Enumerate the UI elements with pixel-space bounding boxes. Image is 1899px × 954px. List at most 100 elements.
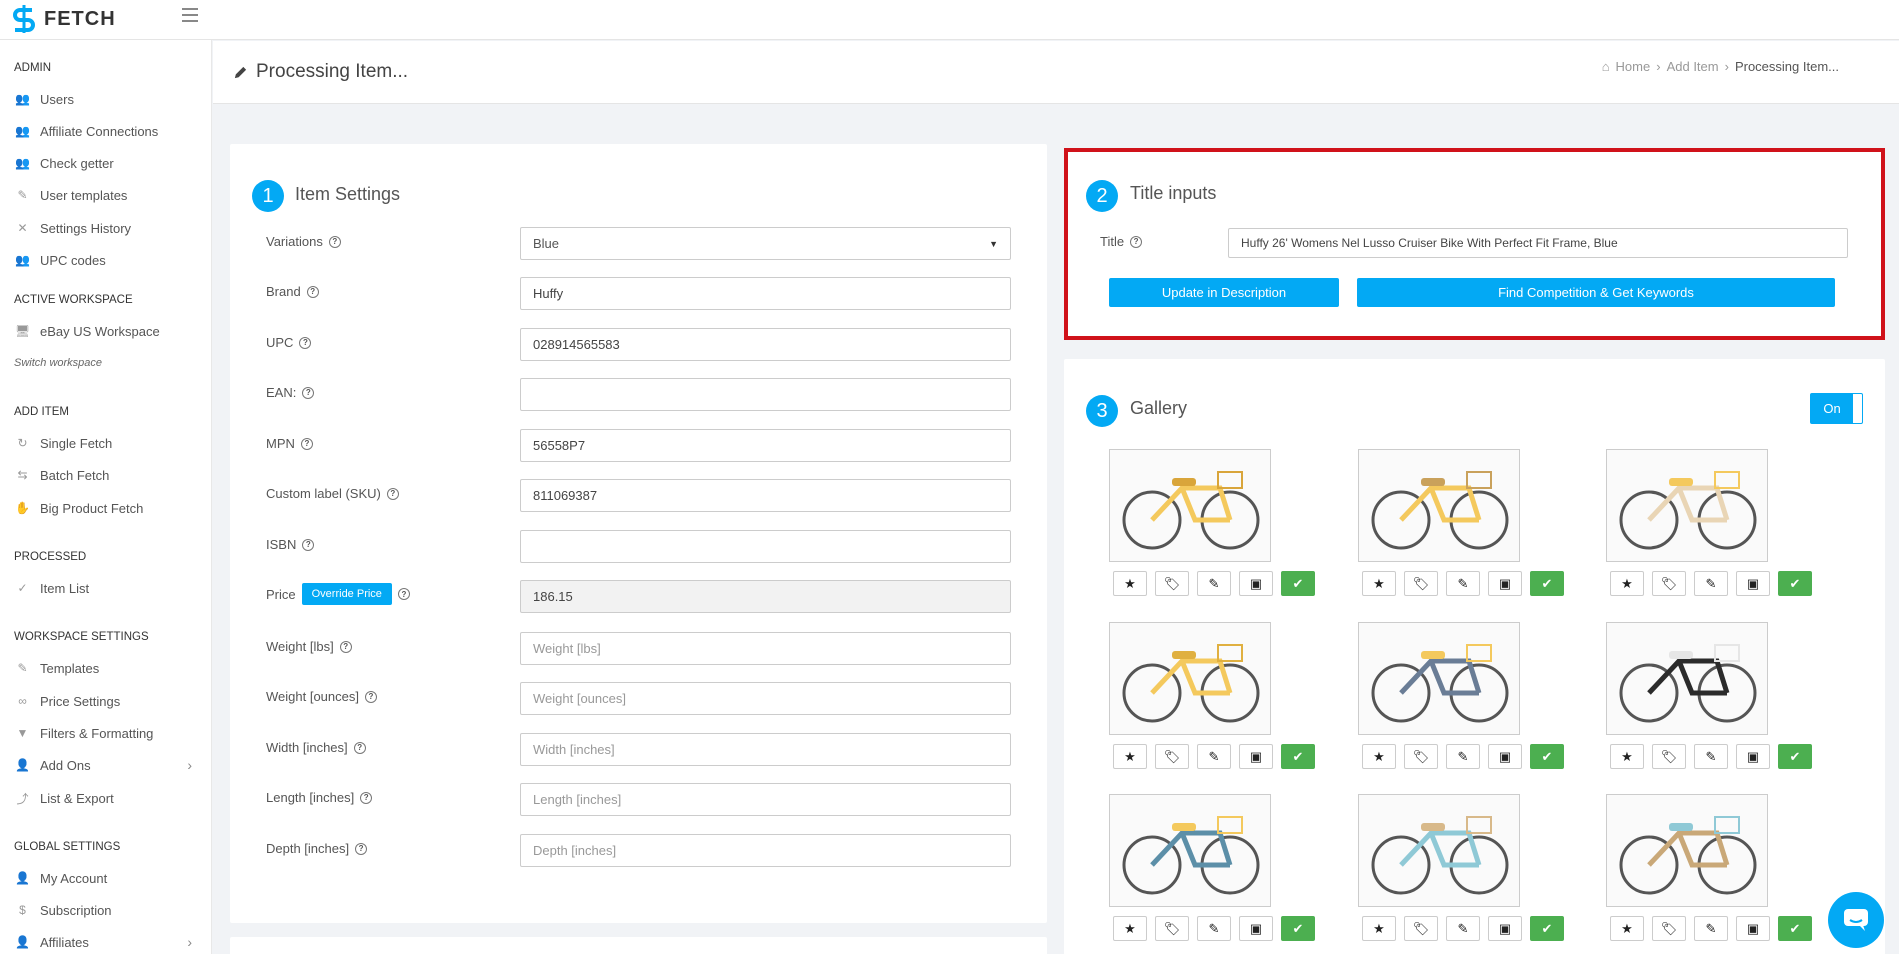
help-icon[interactable]: ? xyxy=(299,336,312,349)
sidebar-item-users[interactable]: 👥 Users xyxy=(14,88,204,110)
help-icon[interactable]: ? xyxy=(300,437,313,450)
tag-icon[interactable]: 🏷 xyxy=(1404,571,1438,596)
sidebar-item-list-export[interactable]: ⤴ List & Export xyxy=(14,787,204,809)
star-icon[interactable]: ★ xyxy=(1610,744,1644,769)
tag-icon[interactable]: 🏷 xyxy=(1404,744,1438,769)
pencil-icon[interactable]: ✎ xyxy=(1446,571,1480,596)
help-icon[interactable]: ? xyxy=(302,538,315,551)
weight-lbs-input[interactable] xyxy=(520,632,1011,665)
pencil-icon[interactable]: ✎ xyxy=(1694,916,1728,941)
image-icon[interactable]: ▣ xyxy=(1488,744,1522,769)
sidebar-item-ebay-us-workspace[interactable]: 🖥 eBay US Workspace xyxy=(14,320,204,342)
gallery-image[interactable] xyxy=(1358,449,1520,562)
help-icon[interactable]: ? xyxy=(386,487,399,500)
sidebar-item-price-settings[interactable]: ∞ Price Settings xyxy=(14,690,204,712)
gallery-toggle[interactable]: On xyxy=(1810,393,1863,424)
sidebar-item-subscription[interactable]: $ Subscription xyxy=(14,899,204,921)
menu-toggle-icon[interactable] xyxy=(182,8,198,24)
sidebar-item-batch-fetch[interactable]: ⇆ Batch Fetch xyxy=(14,464,204,486)
help-icon[interactable]: ? xyxy=(339,640,352,653)
image-icon[interactable]: ▣ xyxy=(1239,571,1273,596)
breadcrumb-add-item[interactable]: Add Item xyxy=(1667,59,1719,74)
sidebar-item-affiliates[interactable]: 👤 Affiliates › xyxy=(14,931,204,953)
isbn-input[interactable] xyxy=(520,530,1011,563)
chat-button[interactable] xyxy=(1828,892,1884,948)
pencil-icon[interactable]: ✎ xyxy=(1197,744,1231,769)
variations-select[interactable]: Blue ▼ xyxy=(520,227,1011,260)
check-icon[interactable]: ✔ xyxy=(1778,571,1812,596)
star-icon[interactable]: ★ xyxy=(1113,571,1147,596)
check-icon[interactable]: ✔ xyxy=(1530,916,1564,941)
length-input[interactable] xyxy=(520,783,1011,816)
tag-icon[interactable]: 🏷 xyxy=(1155,571,1189,596)
image-icon[interactable]: ▣ xyxy=(1488,571,1522,596)
check-icon[interactable]: ✔ xyxy=(1281,571,1315,596)
tag-icon[interactable]: 🏷 xyxy=(1155,744,1189,769)
star-icon[interactable]: ★ xyxy=(1610,916,1644,941)
star-icon[interactable]: ★ xyxy=(1113,916,1147,941)
sidebar-item-add-ons[interactable]: 👤 Add Ons › xyxy=(14,754,204,776)
tag-icon[interactable]: 🏷 xyxy=(1652,744,1686,769)
brand-input[interactable] xyxy=(520,277,1011,310)
breadcrumb-home[interactable]: Home xyxy=(1616,59,1651,74)
ean-input[interactable] xyxy=(520,378,1011,411)
gallery-image[interactable] xyxy=(1606,622,1768,735)
pencil-icon[interactable]: ✎ xyxy=(1694,744,1728,769)
image-icon[interactable]: ▣ xyxy=(1736,744,1770,769)
help-icon[interactable]: ? xyxy=(306,285,319,298)
tag-icon[interactable]: 🏷 xyxy=(1404,916,1438,941)
star-icon[interactable]: ★ xyxy=(1362,744,1396,769)
image-icon[interactable]: ▣ xyxy=(1736,571,1770,596)
sku-input[interactable] xyxy=(520,479,1011,512)
pencil-icon[interactable]: ✎ xyxy=(1694,571,1728,596)
check-icon[interactable]: ✔ xyxy=(1778,916,1812,941)
gallery-image[interactable] xyxy=(1358,794,1520,907)
star-icon[interactable]: ★ xyxy=(1113,744,1147,769)
help-icon[interactable]: ? xyxy=(302,386,315,399)
pencil-icon[interactable]: ✎ xyxy=(1446,916,1480,941)
tag-icon[interactable]: 🏷 xyxy=(1652,916,1686,941)
sidebar-item-single-fetch[interactable]: ↻ Single Fetch xyxy=(14,432,204,454)
help-icon[interactable]: ? xyxy=(353,741,366,754)
sidebar-item-templates[interactable]: ✎ Templates xyxy=(14,657,204,679)
sidebar-item-filters-formatting[interactable]: ▼ Filters & Formatting xyxy=(14,722,204,744)
help-icon[interactable]: ? xyxy=(355,842,368,855)
tag-icon[interactable]: 🏷 xyxy=(1155,916,1189,941)
check-icon[interactable]: ✔ xyxy=(1778,744,1812,769)
gallery-image[interactable] xyxy=(1109,622,1271,735)
image-icon[interactable]: ▣ xyxy=(1239,744,1273,769)
image-icon[interactable]: ▣ xyxy=(1736,916,1770,941)
depth-input[interactable] xyxy=(520,834,1011,867)
sidebar-item-item-list[interactable]: ✓ Item List xyxy=(14,577,204,599)
check-icon[interactable]: ✔ xyxy=(1530,744,1564,769)
gallery-image[interactable] xyxy=(1606,794,1768,907)
help-icon[interactable]: ? xyxy=(364,690,377,703)
gallery-image[interactable] xyxy=(1358,622,1520,735)
mpn-input[interactable] xyxy=(520,429,1011,462)
switch-workspace-link[interactable]: Switch workspace xyxy=(14,357,102,369)
star-icon[interactable]: ★ xyxy=(1362,916,1396,941)
help-icon[interactable]: ? xyxy=(360,791,373,804)
help-icon[interactable]: ? xyxy=(328,235,341,248)
star-icon[interactable]: ★ xyxy=(1610,571,1644,596)
gallery-image[interactable] xyxy=(1109,794,1271,907)
star-icon[interactable]: ★ xyxy=(1362,571,1396,596)
tag-icon[interactable]: 🏷 xyxy=(1652,571,1686,596)
check-icon[interactable]: ✔ xyxy=(1281,916,1315,941)
sidebar-item-check-getter[interactable]: 👥 Check getter xyxy=(14,152,204,174)
sidebar-item-my-account[interactable]: 👤 My Account xyxy=(14,867,204,889)
app-logo[interactable]: FETCH xyxy=(10,4,116,34)
check-icon[interactable]: ✔ xyxy=(1530,571,1564,596)
price-input[interactable] xyxy=(520,580,1011,613)
check-icon[interactable]: ✔ xyxy=(1281,744,1315,769)
image-icon[interactable]: ▣ xyxy=(1488,916,1522,941)
sidebar-item-affiliate-connections[interactable]: 👥 Affiliate Connections xyxy=(14,120,204,142)
weight-ounces-input[interactable] xyxy=(520,682,1011,715)
pencil-icon[interactable]: ✎ xyxy=(1197,916,1231,941)
image-icon[interactable]: ▣ xyxy=(1239,916,1273,941)
sidebar-item-upc-codes[interactable]: 👥 UPC codes xyxy=(14,249,204,271)
sidebar-item-big-product-fetch[interactable]: ✋ Big Product Fetch xyxy=(14,497,204,519)
help-icon[interactable]: ? xyxy=(397,588,410,600)
upc-input[interactable] xyxy=(520,328,1011,361)
sidebar-item-user-templates[interactable]: ✎ User templates xyxy=(14,184,204,206)
